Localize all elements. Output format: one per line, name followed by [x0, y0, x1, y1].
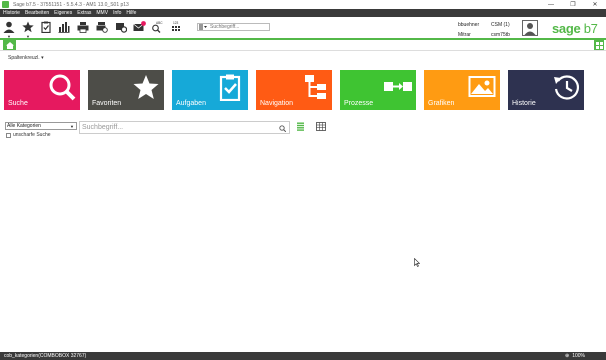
window-title: Sage b7.5 - 37551151 - 5.5.4.3 - AM1 13.…	[13, 1, 129, 8]
fuzzy-search-checkbox[interactable]	[6, 132, 11, 138]
table-view-icon[interactable]	[316, 122, 326, 131]
status-text: cob_kategorien(COMBOBOX 32767)	[4, 353, 87, 359]
main-search-input[interactable]: Suchbegriff...	[79, 121, 290, 134]
home-bar	[0, 40, 606, 51]
menu-historie[interactable]: Historie	[3, 10, 20, 16]
history-clock-icon	[554, 75, 579, 100]
status-bar: cob_kategorien(COMBOBOX 32767) ⊕ 100%	[0, 352, 606, 360]
tile-historie[interactable]: Historie	[508, 70, 584, 110]
minimize-button[interactable]: —	[540, 0, 562, 9]
toolbar-search	[197, 23, 270, 31]
category-value: Alle Kategorien	[7, 123, 41, 129]
mail-icon[interactable]	[132, 20, 146, 34]
avatar[interactable]	[522, 20, 538, 36]
title-bar: Sage b7.5 - 37551151 - 5.5.4.3 - AM1 13.…	[0, 0, 606, 9]
chevron-down-icon: ▼	[70, 124, 74, 129]
settings-icon[interactable]	[114, 20, 128, 34]
tile-navigation[interactable]: Navigation	[256, 70, 332, 110]
tile-suche[interactable]: Suche	[4, 70, 80, 110]
chart-icon[interactable]	[57, 20, 71, 34]
user-icon[interactable]	[2, 20, 16, 34]
print-icon[interactable]	[76, 20, 90, 34]
svg-text:123: 123	[173, 21, 179, 25]
system-name: CSM (1)	[491, 22, 510, 28]
main-search-placeholder: Suchbegriff...	[82, 124, 124, 131]
star-icon	[133, 75, 159, 99]
fuzzy-search-label: unscharfe Suche	[13, 132, 51, 138]
search-icon	[49, 74, 76, 101]
column-dropdown-label: Spaltenkreuzl.	[8, 55, 40, 61]
system-info: CSM (1) csm75tb	[491, 20, 510, 40]
user-name: bbuehner	[458, 22, 480, 28]
svg-text:ABC: ABC	[156, 21, 163, 25]
sage-logo: sage b7	[552, 21, 598, 36]
tile-label: Navigation	[260, 100, 294, 107]
tile-label: Grafiken	[428, 100, 455, 107]
tile-label: Aufgaben	[176, 100, 206, 107]
grid-icon	[595, 41, 603, 49]
tile-prozesse[interactable]: Prozesse	[340, 70, 416, 110]
tile-label: Suche	[8, 100, 28, 107]
apps-grid-button[interactable]	[594, 40, 604, 50]
toolbar-search-input[interactable]	[197, 23, 270, 31]
tile-favoriten[interactable]: Favoriten	[88, 70, 164, 110]
spellcheck-icon[interactable]: ABC	[150, 20, 164, 34]
toolbar: ▼ ▼ ABC 123 bbuehner Mitrar CSM (1) csm7…	[0, 17, 606, 39]
list-dropdown-icon[interactable]	[199, 24, 207, 30]
menu-info[interactable]: Info	[113, 10, 121, 16]
menu-extras[interactable]: Extras	[77, 10, 91, 16]
home-icon	[5, 41, 14, 49]
menu-bearbeiten[interactable]: Bearbeiten	[25, 10, 49, 16]
process-flow-icon	[384, 82, 412, 91]
tile-label: Prozesse	[344, 100, 374, 107]
restore-button[interactable]: ❐	[562, 0, 584, 9]
menu-hilfe[interactable]: Hilfe	[126, 10, 136, 16]
clipboard-check-icon	[219, 74, 241, 101]
brand-name: sage	[552, 21, 581, 36]
column-dropdown[interactable]: Spaltenkreuzl. ▾	[8, 55, 44, 61]
user-info: bbuehner Mitrar	[458, 20, 479, 40]
tile-aufgaben[interactable]: Aufgaben	[172, 70, 248, 110]
menu-eigenes[interactable]: Eigenes	[54, 10, 72, 16]
tile-label: Favoriten	[92, 100, 122, 107]
tile-grafiken[interactable]: Grafiken	[424, 70, 500, 110]
home-button[interactable]	[3, 40, 16, 50]
fuzzy-search-option[interactable]: unscharfe Suche	[6, 132, 51, 138]
sub-bar: Spaltenkreuzl. ▾	[0, 51, 606, 65]
close-button[interactable]: ✕	[584, 0, 606, 9]
hierarchy-icon	[305, 75, 326, 99]
zoom-icon: ⊕	[565, 353, 570, 359]
numbering-icon[interactable]: 123	[169, 20, 183, 34]
zoom-indicator[interactable]: ⊕ 100%	[565, 353, 585, 359]
print-preview-icon[interactable]	[95, 20, 109, 34]
menu-bar: Historie Bearbeiten Eigenes Extras MMV I…	[0, 9, 606, 17]
image-icon	[468, 76, 496, 97]
brand-version: b7	[583, 21, 598, 36]
zoom-level: 100%	[572, 353, 585, 359]
menu-mmv[interactable]: MMV	[96, 10, 108, 16]
tasks-icon[interactable]	[39, 20, 53, 34]
category-select[interactable]: Alle Kategorien ▼	[5, 122, 77, 130]
mouse-cursor-icon	[414, 258, 420, 267]
search-icon[interactable]	[279, 125, 286, 132]
app-icon	[2, 1, 9, 8]
list-view-icon[interactable]	[296, 122, 305, 131]
favorites-icon[interactable]	[21, 20, 35, 34]
tile-label: Historie	[512, 100, 536, 107]
